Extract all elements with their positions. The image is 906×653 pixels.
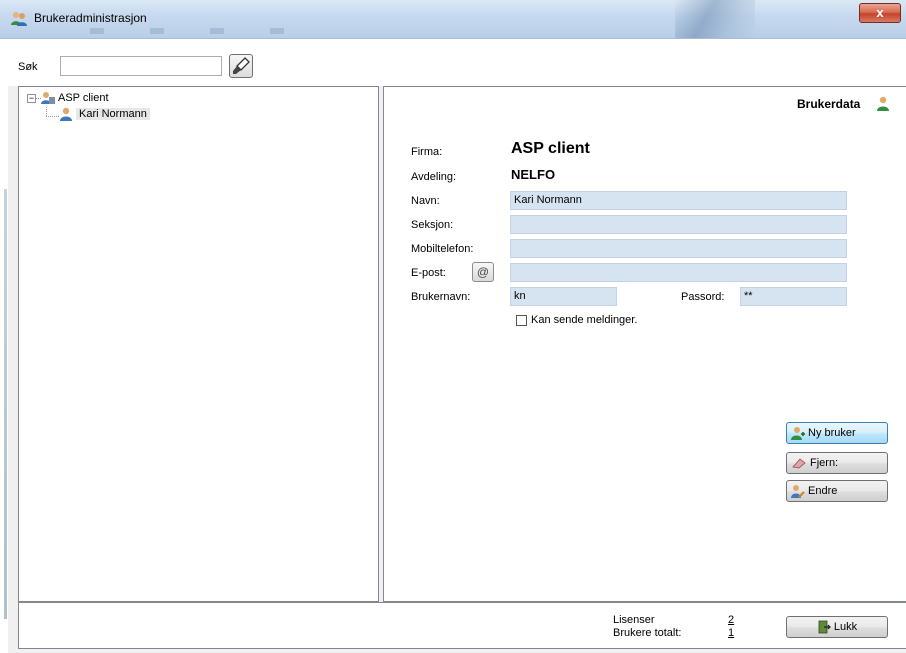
brukernavn-label: Brukernavn: (411, 291, 471, 303)
at-icon: @ (476, 265, 490, 279)
eraser-icon (792, 458, 806, 469)
firma-label: Firma: (411, 146, 443, 158)
title-bar-pattern (90, 28, 300, 34)
brukere-totalt-value[interactable]: 1 (728, 627, 734, 639)
brukere-totalt-label: Brukere totalt: (613, 627, 682, 639)
tree-node-kari-normann[interactable]: Kari Normann (59, 107, 150, 121)
lisenser-label: Lisenser (613, 614, 655, 626)
tree-line (46, 116, 59, 117)
tree-node-label: ASP client (58, 91, 109, 104)
seksjon-label: Seksjon: (411, 219, 454, 231)
epost-field[interactable] (510, 263, 847, 282)
user-icon (60, 107, 72, 121)
user-icon (877, 96, 889, 111)
firma-value: ASP client (511, 140, 590, 157)
navn-field[interactable]: Kari Normann (510, 191, 847, 210)
seksjon-field[interactable] (510, 215, 847, 234)
add-user-icon (791, 427, 805, 440)
tree-line (46, 107, 47, 116)
edit-button[interactable]: Endre (786, 480, 888, 502)
window-title: Brukeradministrasjon (34, 11, 147, 25)
edit-user-icon (791, 485, 805, 498)
kan-sende-checkbox[interactable] (516, 315, 527, 326)
avdeling-value: NELFO (511, 167, 556, 182)
remove-label: Fjern: (810, 457, 839, 469)
user-details-panel (383, 86, 906, 602)
search-label: Søk (18, 61, 38, 73)
company-icon (41, 92, 55, 104)
close-button[interactable]: x (859, 3, 901, 23)
status-bar (18, 602, 906, 649)
search-brush-icon (233, 57, 250, 74)
main-window: Brukeradministrasjon x Søk − ASP client … (0, 0, 906, 653)
title-bar-decoration (675, 0, 755, 38)
title-bar[interactable]: Brukeradministrasjon x (0, 0, 906, 39)
passord-label: Passord: (681, 291, 725, 303)
lisenser-value[interactable]: 2 (728, 614, 734, 626)
search-input[interactable] (60, 56, 222, 76)
navn-label: Navn: (411, 195, 440, 207)
mobiltelefon-field[interactable] (510, 239, 847, 258)
users-icon (11, 12, 27, 26)
edit-label: Endre (808, 485, 838, 497)
mobiltelefon-label: Mobiltelefon: (411, 243, 474, 255)
brukernavn-field[interactable]: kn (510, 287, 617, 306)
kan-sende-label[interactable]: Kan sende meldinger. (531, 314, 637, 326)
new-user-button[interactable]: Ny bruker (786, 422, 888, 444)
close-dialog-label: Lukk (833, 621, 858, 633)
search-button[interactable] (229, 54, 253, 78)
tree-expander[interactable]: − (27, 94, 36, 103)
avdeling-label: Avdeling: (411, 171, 457, 183)
tree-node-asp-client[interactable]: ASP client (41, 91, 109, 105)
window-left-edge (0, 39, 8, 653)
email-button[interactable]: @ (472, 262, 494, 282)
passord-field[interactable]: ** (740, 287, 847, 306)
user-tree-panel: − ASP client Kari Normann (18, 86, 379, 602)
epost-label: E-post: (411, 267, 446, 279)
exit-door-icon (818, 620, 831, 634)
tree-node-label: Kari Normann (76, 107, 150, 120)
new-user-label: Ny bruker (808, 427, 856, 439)
close-dialog-button[interactable]: Lukk (786, 616, 888, 638)
details-header: Brukerdata (797, 97, 861, 111)
remove-button[interactable]: Fjern: (786, 452, 888, 474)
